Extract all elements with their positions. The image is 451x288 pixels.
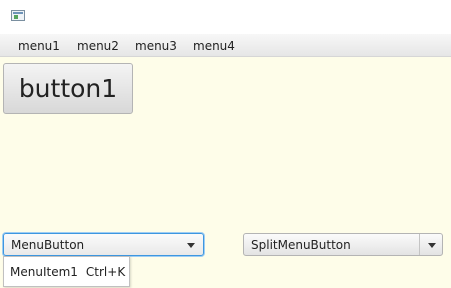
menu-button[interactable]: MenuButton bbox=[3, 233, 204, 256]
menu-button-label: MenuButton bbox=[11, 238, 85, 252]
split-menu-button[interactable]: SplitMenuButton bbox=[243, 233, 443, 256]
app-window-icon bbox=[11, 10, 25, 21]
menu-menu4[interactable]: menu4 bbox=[193, 38, 235, 54]
menu-bar: menu1 menu2 menu3 menu4 bbox=[0, 34, 451, 57]
menu-popup: MenuItem1 Ctrl+K bbox=[3, 256, 130, 287]
title-bar bbox=[0, 0, 451, 34]
button1[interactable]: button1 bbox=[3, 63, 133, 114]
chevron-down-icon[interactable] bbox=[428, 243, 436, 248]
menu-menu3[interactable]: menu3 bbox=[135, 38, 177, 54]
chevron-down-icon bbox=[187, 243, 195, 248]
menu-menu1[interactable]: menu1 bbox=[18, 38, 60, 54]
menu-item-label: MenuItem1 bbox=[10, 265, 78, 279]
split-menu-button-label: SplitMenuButton bbox=[251, 238, 351, 252]
popup-menu-item[interactable]: MenuItem1 Ctrl+K bbox=[10, 264, 125, 280]
split-divider bbox=[419, 234, 420, 255]
menu-item-accelerator: Ctrl+K bbox=[85, 265, 126, 279]
menu-menu2[interactable]: menu2 bbox=[77, 38, 119, 54]
